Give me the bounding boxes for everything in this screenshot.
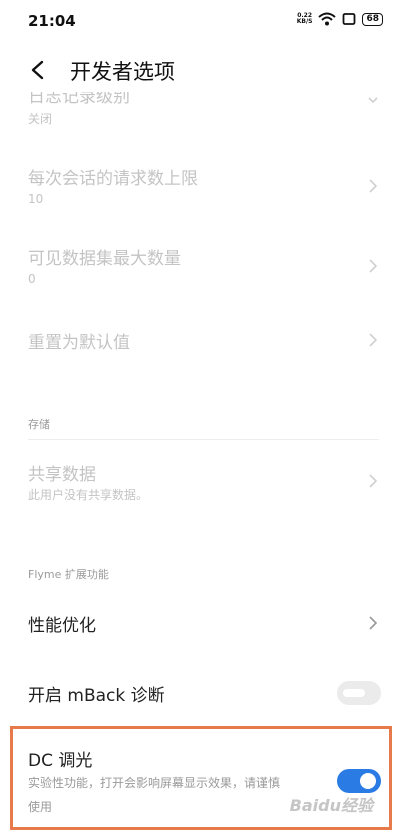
setting-title: 开启 mBack 诊断 [28,686,165,706]
setting-subtitle-line2: 使用 [28,800,53,814]
chevron-right-icon [369,179,378,193]
setting-item-performance[interactable]: 性能优化 [0,604,407,644]
setting-item-shared-data[interactable]: 共享数据 此用户没有共享数据。 [0,456,407,512]
wifi-icon [318,12,337,26]
setting-subtitle-line1: 实验性功能，打开会影响屏幕显示效果，请谨慎 [28,776,281,790]
page-title: 开发者选项 [70,60,175,84]
status-bar: 21:04 0.22 KB/S 68 [0,0,407,40]
chevron-right-icon [369,474,378,488]
setting-item-max-datasets[interactable]: 可见数据集最大数量 0 [0,242,407,302]
screen-icon [343,13,356,25]
setting-title: 每次会话的请求数上限 [28,169,198,189]
battery-icon: 68 [362,12,383,26]
setting-title: 可见数据集最大数量 [28,249,181,269]
setting-title: 性能优化 [28,616,96,636]
chevron-down-icon [368,97,378,104]
status-time: 21:04 [28,12,76,30]
setting-title: DC 调光 [28,751,93,771]
watermark: Baidu经验 [289,796,373,815]
setting-item-log-level[interactable]: 日志记录级别 关闭 [0,92,407,132]
back-arrow-icon[interactable] [28,60,48,80]
setting-subtitle: 10 [28,192,44,206]
status-icons: 0.22 KB/S 68 [297,12,383,26]
chevron-right-icon [369,259,378,273]
chevron-right-icon [369,333,378,347]
dc-dimming-toggle[interactable] [337,769,381,793]
setting-title: 重置为默认值 [28,333,130,353]
chevron-right-icon [369,616,378,630]
mback-toggle[interactable] [337,681,381,705]
network-speed: 0.22 KB/S [297,13,313,25]
setting-item-mback[interactable]: 开启 mBack 诊断 [0,674,407,714]
setting-subtitle: 0 [28,272,36,286]
setting-item-request-limit[interactable]: 每次会话的请求数上限 10 [0,160,407,220]
setting-item-reset-default[interactable]: 重置为默认值 [0,322,407,362]
page-header: 开发者选项 [0,48,407,92]
setting-title: 共享数据 [28,465,96,485]
section-label-flyme: Flyme 扩展功能 [28,568,109,581]
toggle-knob [343,689,365,697]
divider [28,439,379,440]
setting-subtitle: 此用户没有共享数据。 [28,488,149,502]
setting-subtitle: 关闭 [28,112,53,126]
network-speed-unit: KB/S [296,18,313,25]
section-label-storage: 存储 [28,418,50,431]
setting-title: 日志记录级别 [28,92,130,107]
toggle-knob [360,773,376,789]
